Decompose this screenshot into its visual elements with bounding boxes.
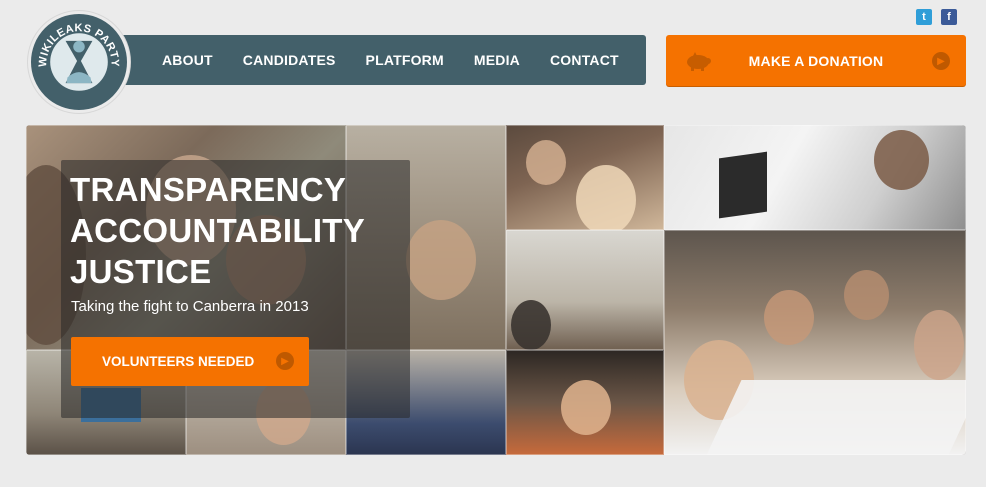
nav-item-contact[interactable]: CONTACT [550,52,619,68]
donate-button[interactable]: MAKE A DONATION ▶ [666,35,966,86]
main-nav: ABOUT CANDIDATES PLATFORM MEDIA CONTACT [117,35,646,85]
nav-item-media[interactable]: MEDIA [474,52,520,68]
photo-tile-laptop [664,125,966,230]
volunteers-needed-button[interactable]: VOLUNTEERS NEEDED ▶ [71,337,309,386]
hero-title-line: JUSTICE [70,253,212,290]
nav-item-platform[interactable]: PLATFORM [366,52,444,68]
hourglass-globe-logo-icon: WIKILEAKS PARTY [32,15,126,109]
hero-banner: TRANSPARENCY ACCOUNTABILITY JUSTICE Taki… [26,125,966,455]
social-links: t f [916,9,957,25]
photo-tile-office [506,230,664,350]
photo-tile-crowd [506,125,664,230]
nav-item-candidates[interactable]: CANDIDATES [243,52,336,68]
photo-tile-group [664,230,966,455]
twitter-icon[interactable]: t [916,9,932,25]
hero-title-line: ACCOUNTABILITY [70,212,366,249]
nav-item-about[interactable]: ABOUT [162,52,213,68]
facebook-icon[interactable]: f [941,9,957,25]
chevron-right-icon: ▶ [932,52,950,70]
hero-subtitle: Taking the fight to Canberra in 2013 [71,298,309,315]
volunteers-needed-label: VOLUNTEERS NEEDED [102,354,255,369]
photo-tile-applause [506,350,664,455]
chevron-right-icon: ▶ [276,352,294,370]
site-logo[interactable]: WIKILEAKS PARTY [28,11,130,113]
piggy-bank-icon [687,52,711,71]
hero-title-line: TRANSPARENCY [70,171,347,208]
hero-title: TRANSPARENCY ACCOUNTABILITY JUSTICE [70,169,365,292]
